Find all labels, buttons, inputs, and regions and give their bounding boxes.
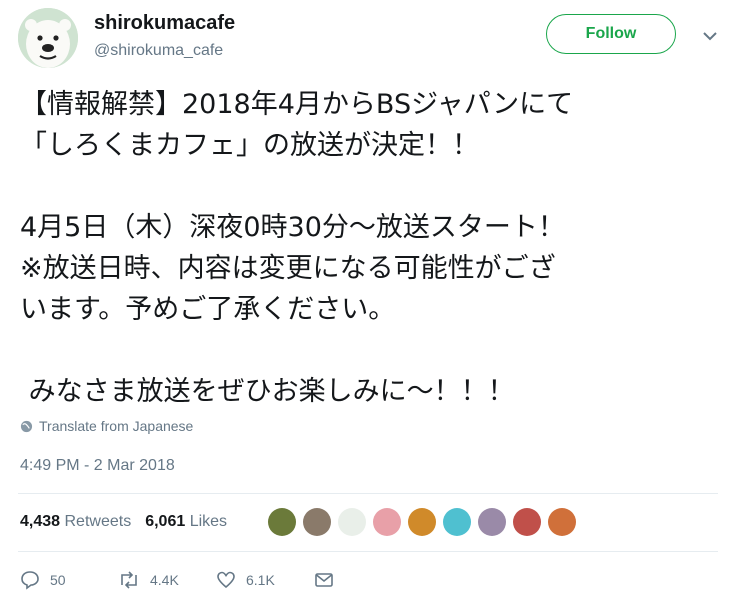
retweet-button[interactable]: 4.4K [118,570,216,590]
likes-label: Likes [189,513,228,530]
retweet-icon [121,571,137,589]
tweet-line: 【情報解禁】2018年4月からBSジャパンにて [20,89,574,120]
liker-avatar-2[interactable] [303,508,331,536]
liker-avatar-1[interactable] [268,508,296,536]
liker-avatar-9[interactable] [548,508,576,536]
heart-icon [217,571,235,589]
tweet-line: みなさま放送をぜひお楽しみに～！！！ [20,376,515,407]
tweet-line [20,166,720,207]
liker-avatar-8[interactable] [513,508,541,536]
retweets-stat[interactable]: 4,438 Retweets [20,513,131,531]
retweet-count: 4.4K [150,572,179,588]
globe-icon [20,420,33,432]
translate-link[interactable]: Translate from Japanese [20,418,193,434]
liker-avatar-7[interactable] [478,508,506,536]
avatar[interactable] [18,8,78,68]
like-button[interactable]: 6.1K [216,570,314,590]
tweet-text: 【情報解禁】2018年4月からBSジャパンにて 「しろくまカフェ」の放送が決定！… [20,84,720,412]
retweets-count: 4,438 [20,513,61,530]
liker-avatar-5[interactable] [408,508,436,536]
divider [18,493,718,494]
tweet-line: 4月5日（木）深夜0時30分～放送スタート！ [20,212,565,243]
envelope-icon [315,573,333,587]
polar-bear-icon [18,8,78,68]
tweet-timestamp[interactable]: 4:49 PM - 2 Mar 2018 [20,457,175,475]
likers-avatars [268,508,576,536]
tweet-line [20,330,720,371]
like-count: 6.1K [246,572,275,588]
tweet-actions: 50 4.4K 6.1K [20,570,334,590]
reply-count: 50 [50,572,66,588]
translate-label: Translate from Japanese [39,418,194,434]
likes-stat[interactable]: 6,061 Likes [145,513,227,531]
tweet-stats: 4,438 Retweets 6,061 Likes [20,513,227,531]
tweet-line: います。予めご了承ください。 [20,294,396,325]
reply-icon [21,571,39,590]
tweet-line: 「しろくまカフェ」の放送が決定！！ [20,130,479,161]
retweets-label: Retweets [64,513,132,530]
likes-count: 6,061 [145,513,186,530]
follow-button[interactable]: Follow [546,14,676,54]
liker-avatar-4[interactable] [373,508,401,536]
tweet-line: ※放送日時、内容は変更になる可能性がござ [20,253,556,284]
reply-button[interactable]: 50 [20,570,118,590]
liker-avatar-6[interactable] [443,508,471,536]
account-handle[interactable]: @shirokuma_cafe [94,42,223,60]
divider [18,551,718,552]
account-name[interactable]: shirokumacafe [94,12,235,35]
liker-avatar-3[interactable] [338,508,366,536]
chevron-down-icon[interactable] [698,24,722,48]
direct-message-button[interactable] [314,571,334,589]
